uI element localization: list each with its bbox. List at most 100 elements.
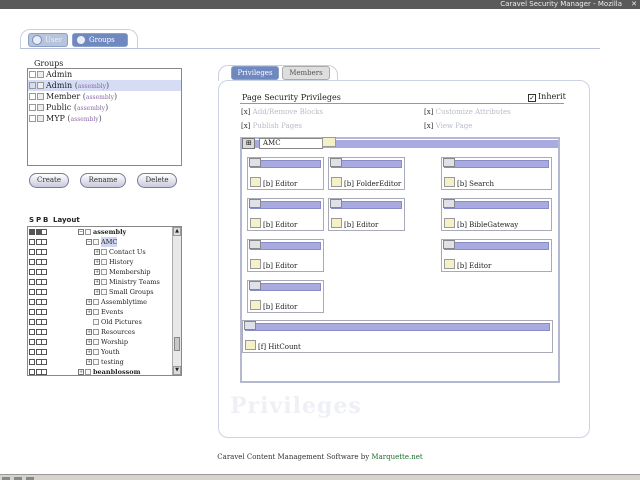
tree-row[interactable]: − AMC bbox=[28, 237, 181, 247]
b-checkbox[interactable] bbox=[41, 359, 47, 365]
inherit-checkbox[interactable]: ✓ Inherit bbox=[528, 92, 566, 102]
module-block[interactable]: [b] BibleGateway bbox=[441, 198, 552, 231]
module-icon[interactable] bbox=[330, 199, 342, 208]
s-checkbox[interactable] bbox=[29, 229, 35, 235]
module-block[interactable]: [b] Editor bbox=[247, 157, 324, 190]
b-checkbox[interactable] bbox=[41, 369, 47, 375]
rename-button[interactable]: Rename bbox=[80, 173, 126, 188]
permission-view-page[interactable]: [x] View Page bbox=[424, 122, 472, 130]
module-icon[interactable] bbox=[443, 240, 455, 249]
tab-user[interactable]: User bbox=[28, 33, 68, 47]
expand-icon[interactable]: + bbox=[94, 269, 100, 275]
tab-members[interactable]: Members bbox=[282, 66, 330, 80]
s-checkbox[interactable] bbox=[29, 339, 35, 345]
group-item[interactable]: Admin (assembly) bbox=[28, 80, 181, 91]
grid-icon[interactable]: ⊞ bbox=[242, 138, 255, 149]
expand-icon[interactable] bbox=[29, 93, 36, 100]
permission-mark[interactable]: [x] bbox=[424, 108, 433, 116]
close-icon[interactable]: ✕ bbox=[631, 0, 637, 9]
module-icon[interactable] bbox=[249, 240, 261, 249]
permission-publish-pages[interactable]: [x] Publish Pages bbox=[241, 122, 302, 130]
tree-row[interactable]: + beanblossom bbox=[28, 367, 181, 375]
s-checkbox[interactable] bbox=[29, 369, 35, 375]
delete-button[interactable]: Delete bbox=[137, 173, 177, 188]
expand-icon[interactable]: + bbox=[86, 299, 92, 305]
s-checkbox[interactable] bbox=[29, 319, 35, 325]
permission-mark[interactable]: [x] bbox=[241, 108, 250, 116]
footer-module-block[interactable]: [f] HitCount bbox=[242, 320, 553, 353]
b-checkbox[interactable] bbox=[41, 309, 47, 315]
s-checkbox[interactable] bbox=[29, 239, 35, 245]
s-checkbox[interactable] bbox=[29, 289, 35, 295]
tab-privileges[interactable]: Privileges bbox=[231, 66, 279, 80]
expand-icon[interactable]: + bbox=[86, 309, 92, 315]
module-icon[interactable] bbox=[249, 281, 261, 290]
module-icon[interactable] bbox=[249, 158, 261, 167]
tree-row[interactable]: + testing bbox=[28, 357, 181, 367]
tree-row[interactable]: Old Pictures bbox=[28, 317, 181, 327]
module-icon[interactable] bbox=[330, 158, 342, 167]
permission-mark[interactable]: [x] bbox=[424, 122, 433, 130]
expand-icon[interactable]: + bbox=[94, 249, 100, 255]
permission-customize-attributes[interactable]: [x] Customize Attributes bbox=[424, 108, 511, 116]
tree-row[interactable]: + Small Groups bbox=[28, 287, 181, 297]
scroll-down-icon[interactable]: ▼ bbox=[173, 366, 181, 375]
s-checkbox[interactable] bbox=[29, 249, 35, 255]
expand-icon[interactable] bbox=[29, 71, 36, 78]
b-checkbox[interactable] bbox=[41, 299, 47, 305]
tab-groups[interactable]: Groups bbox=[72, 33, 128, 47]
group-item[interactable]: MYP (assembly) bbox=[28, 113, 181, 124]
scroll-thumb[interactable] bbox=[174, 337, 180, 351]
expand-icon[interactable] bbox=[29, 115, 36, 122]
tree-row[interactable]: + Resources bbox=[28, 327, 181, 337]
module-block[interactable]: [b] Editor bbox=[247, 280, 324, 313]
module-icon[interactable] bbox=[443, 158, 455, 167]
expand-icon[interactable]: + bbox=[94, 259, 100, 265]
module-block[interactable]: [b] Editor bbox=[441, 239, 552, 272]
expand-icon[interactable]: + bbox=[86, 339, 92, 345]
s-checkbox[interactable] bbox=[29, 359, 35, 365]
s-checkbox[interactable] bbox=[29, 279, 35, 285]
b-checkbox[interactable] bbox=[41, 269, 47, 275]
expand-icon[interactable]: + bbox=[94, 279, 100, 285]
b-checkbox[interactable] bbox=[41, 289, 47, 295]
scroll-up-icon[interactable]: ▲ bbox=[173, 227, 181, 236]
module-block[interactable]: [b] FolderEditor bbox=[328, 157, 405, 190]
expand-icon[interactable]: + bbox=[78, 369, 84, 375]
b-checkbox[interactable] bbox=[41, 329, 47, 335]
b-checkbox[interactable] bbox=[41, 279, 47, 285]
b-checkbox[interactable] bbox=[41, 229, 47, 235]
s-checkbox[interactable] bbox=[29, 329, 35, 335]
module-block[interactable]: [b] Editor bbox=[328, 198, 405, 231]
tree-row[interactable]: + Worship bbox=[28, 337, 181, 347]
check-icon[interactable]: ✓ bbox=[528, 94, 536, 102]
tree-row[interactable]: − assembly bbox=[28, 227, 181, 237]
group-item[interactable]: Admin bbox=[28, 69, 181, 80]
expand-icon[interactable]: + bbox=[86, 349, 92, 355]
b-checkbox[interactable] bbox=[41, 339, 47, 345]
tree-row[interactable]: + Events bbox=[28, 307, 181, 317]
b-checkbox[interactable] bbox=[41, 319, 47, 325]
expand-icon[interactable] bbox=[29, 104, 36, 111]
module-icon[interactable] bbox=[443, 199, 455, 208]
module-icon[interactable] bbox=[249, 199, 261, 208]
s-checkbox[interactable] bbox=[29, 299, 35, 305]
permission-add-remove-blocks[interactable]: [x] Add/Remove Blocks bbox=[241, 108, 323, 116]
expand-icon[interactable]: + bbox=[86, 329, 92, 335]
expand-icon[interactable]: + bbox=[86, 359, 92, 365]
tree-row[interactable]: + Assemblytime bbox=[28, 297, 181, 307]
group-item[interactable]: Public (assembly) bbox=[28, 102, 181, 113]
s-checkbox[interactable] bbox=[29, 259, 35, 265]
tree-row[interactable]: + Contact Us bbox=[28, 247, 181, 257]
tree-row[interactable]: + History bbox=[28, 257, 181, 267]
b-checkbox[interactable] bbox=[41, 239, 47, 245]
module-block[interactable]: [b] Search bbox=[441, 157, 552, 190]
tree-row[interactable]: + Membership bbox=[28, 267, 181, 277]
create-button[interactable]: Create bbox=[29, 173, 69, 188]
b-checkbox[interactable] bbox=[41, 259, 47, 265]
s-checkbox[interactable] bbox=[29, 269, 35, 275]
collapse-icon[interactable]: − bbox=[86, 239, 92, 245]
module-block[interactable]: [b] Editor bbox=[247, 239, 324, 272]
tree-row[interactable]: + Youth bbox=[28, 347, 181, 357]
s-checkbox[interactable] bbox=[29, 349, 35, 355]
